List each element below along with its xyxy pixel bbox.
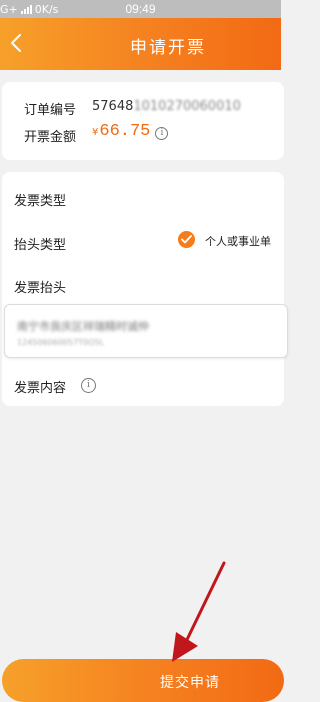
- currency-symbol: ¥: [92, 127, 99, 138]
- status-bar: G+ 0K/s 09:49: [0, 0, 281, 18]
- order-number-blurred: 1010270060010: [133, 99, 241, 114]
- status-time: 09:49: [125, 2, 156, 16]
- info-icon[interactable]: i: [81, 378, 96, 393]
- page-title: 申请开票: [130, 38, 206, 58]
- order-number-value: 576481010270060010: [92, 99, 241, 114]
- invoice-title-label: 发票抬头: [14, 281, 67, 296]
- invoice-info-card: 发票类型 抬头类型 个人或事业单 发票抬头 南宁市良庆区祥瑞精时诚仲 12450…: [2, 172, 288, 406]
- amount-label: 开票金额: [24, 130, 77, 145]
- invoice-title-tax-number: 124506060057T0O5L: [17, 338, 104, 347]
- order-number-prefix: 57648: [92, 99, 134, 114]
- header-type-label: 抬头类型: [14, 238, 67, 253]
- order-number-label: 订单编号: [24, 103, 77, 118]
- submit-button-label: 提交申请: [160, 675, 220, 691]
- invoice-content-label: 发票内容: [14, 381, 67, 396]
- order-info-card: 订单编号 576481010270060010 开票金额 ¥ 66.75 i: [2, 82, 284, 160]
- header-type-option[interactable]: 个人或事业单: [178, 230, 284, 252]
- amount-value: ¥ 66.75 i: [92, 122, 169, 141]
- info-icon[interactable]: i: [155, 127, 169, 140]
- amount-number: 66.75: [99, 122, 151, 141]
- chevron-left-icon: [11, 34, 21, 52]
- back-button[interactable]: [6, 29, 30, 57]
- invoice-title-name: 南宁市良庆区祥瑞精时诚仲: [17, 320, 149, 333]
- app-header: 申请开票: [0, 18, 281, 70]
- submit-button[interactable]: 提交申请: [2, 659, 284, 702]
- header-type-option-label: 个人或事业单: [205, 235, 271, 248]
- invoice-type-label: 发票类型: [14, 194, 67, 209]
- invoice-title-input[interactable]: 南宁市良庆区祥瑞精时诚仲 124506060057T0O5L: [4, 304, 288, 358]
- radio-checked-icon[interactable]: [178, 231, 195, 248]
